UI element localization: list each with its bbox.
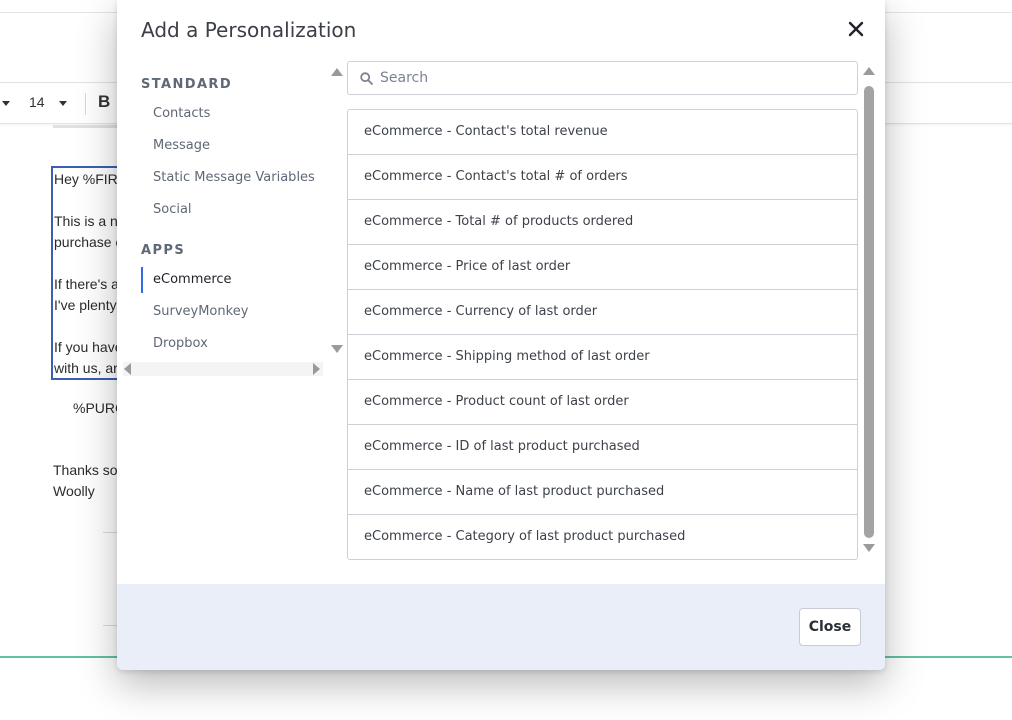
list-item[interactable]: eCommerce - Contact's total # of orders — [348, 155, 857, 200]
nav-item-static-message-variables[interactable]: Static Message Variables — [141, 165, 331, 191]
scroll-down-icon[interactable] — [863, 544, 875, 552]
toolbar-separator — [85, 93, 86, 115]
scrollbar-thumb[interactable] — [864, 86, 874, 538]
list-item[interactable]: eCommerce - Category of last product pur… — [348, 515, 857, 559]
modal-title: Add a Personalization — [141, 18, 357, 42]
email-text-line: Thanks so — [53, 462, 118, 478]
nav-heading-apps: APPS — [141, 243, 186, 258]
list-item[interactable]: eCommerce - Product count of last order — [348, 380, 857, 425]
search-box — [347, 61, 858, 95]
list-item[interactable]: eCommerce - ID of last product purchased — [348, 425, 857, 470]
nav-item-dropbox[interactable]: Dropbox — [141, 331, 331, 357]
list-item[interactable]: eCommerce - Total # of products ordered — [348, 200, 857, 245]
close-icon[interactable] — [845, 18, 867, 40]
modal-footer: Close — [117, 584, 885, 670]
nav-horizontal-scrollbar[interactable] — [123, 362, 323, 376]
list-item[interactable]: eCommerce - Currency of last order — [348, 290, 857, 335]
close-button[interactable]: Close — [799, 608, 861, 646]
nav-item-ecommerce[interactable]: eCommerce — [141, 267, 331, 293]
email-text-line: If there's a — [54, 276, 119, 292]
category-nav: STANDARD Contacts Message Static Message… — [117, 60, 345, 380]
scroll-right-icon[interactable] — [313, 362, 321, 376]
font-size-caret-icon[interactable] — [59, 101, 67, 106]
email-text-line: with us, ar — [54, 360, 118, 376]
nav-heading-standard: STANDARD — [141, 77, 233, 92]
font-dropdown-caret-icon[interactable] — [2, 101, 10, 106]
list-item[interactable]: eCommerce - Name of last product purchas… — [348, 470, 857, 515]
email-text-line: Woolly — [53, 483, 95, 499]
nav-item-surveymonkey[interactable]: SurveyMonkey — [141, 299, 331, 325]
nav-item-contacts[interactable]: Contacts — [141, 101, 331, 127]
list-item[interactable]: eCommerce - Shipping method of last orde… — [348, 335, 857, 380]
list-vertical-scrollbar[interactable] — [861, 64, 877, 556]
scroll-up-icon[interactable] — [863, 67, 875, 75]
font-size-value[interactable]: 14 — [29, 94, 45, 110]
nav-scroll-up-icon[interactable] — [331, 68, 343, 76]
email-text-line: I've plenty — [54, 297, 117, 313]
email-text-line: purchase o — [54, 234, 121, 250]
email-text-line: If you have — [54, 339, 121, 355]
personalization-list: eCommerce - Contact's total revenue eCom… — [347, 109, 858, 560]
search-input[interactable] — [380, 62, 850, 94]
nav-item-social[interactable]: Social — [141, 197, 331, 223]
list-item[interactable]: eCommerce - Price of last order — [348, 245, 857, 290]
personalization-modal: Add a Personalization STANDARD Contacts … — [117, 0, 885, 670]
email-text-line: This is a n — [54, 213, 118, 229]
search-icon — [360, 72, 373, 85]
bold-button[interactable]: B — [98, 92, 110, 112]
email-text-line: Hey %FIR — [54, 171, 118, 187]
nav-scroll-down-icon[interactable] — [331, 345, 343, 353]
nav-item-message[interactable]: Message — [141, 133, 331, 159]
email-text-block[interactable]: Hey %FIR This is a n purchase o If there… — [51, 166, 121, 380]
list-item[interactable]: eCommerce - Contact's total revenue — [348, 110, 857, 155]
scroll-left-icon[interactable] — [123, 362, 131, 376]
editor-top-bar — [53, 125, 119, 128]
